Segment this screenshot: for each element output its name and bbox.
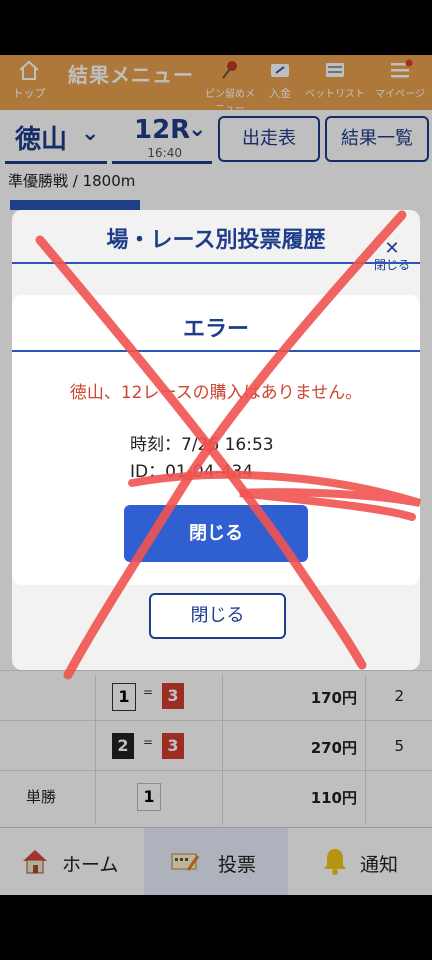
error-close-button[interactable]: 閉じる [124, 505, 308, 562]
bet-history-title: 場・レース別投票履歴 [106, 228, 326, 253]
bet-history-close[interactable]: ✕ 閉じる [373, 238, 410, 273]
history-close-button[interactable]: 閉じる [149, 593, 286, 639]
error-dialog: エラー 徳山、12レースの購入はありません。 時刻：7/26 16:53 ID：… [12, 295, 420, 585]
error-title: エラー [182, 317, 249, 342]
close-label: 閉じる [373, 258, 410, 272]
title-divider [12, 262, 420, 264]
error-time: 時刻：7/26 16:53 [130, 435, 274, 455]
title-divider [12, 350, 420, 352]
close-icon: ✕ [384, 238, 400, 259]
error-id: ID：01-04-434 [130, 462, 254, 482]
app-screen: トップ 結果メニュー ピン留めメニュー 入金 ベットリスト マイページ 徳山 ⌄… [0, 55, 432, 895]
system-bar [0, 895, 432, 960]
error-message: 徳山、12レースの購入はありません。 [69, 383, 363, 403]
